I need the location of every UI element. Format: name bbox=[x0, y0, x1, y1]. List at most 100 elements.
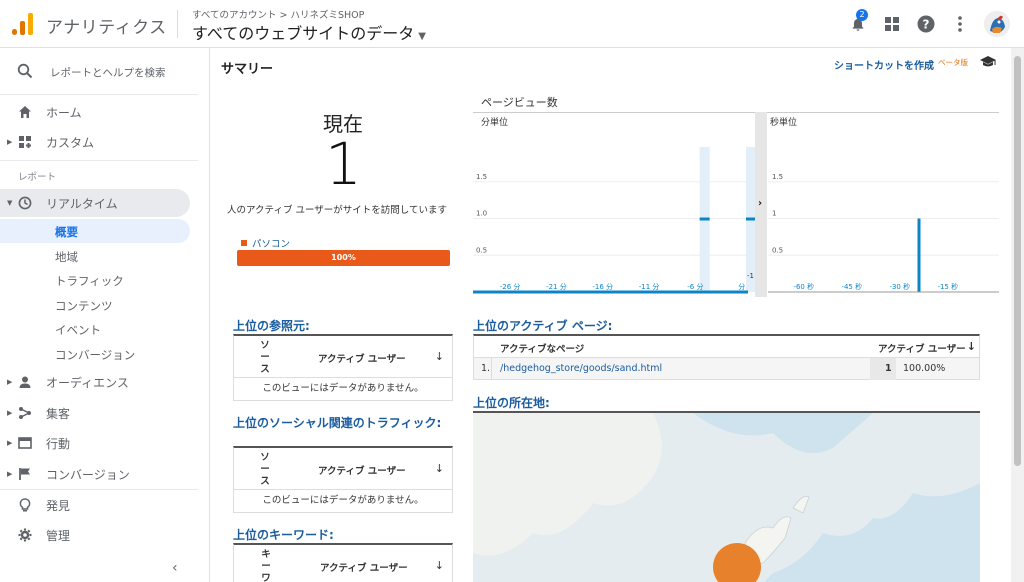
account-breadcrumb[interactable]: すべてのアカウント > ハリネズミSHOP bbox=[192, 7, 364, 21]
table-header: ソース アクティブ ユーザー ↓ bbox=[234, 448, 452, 490]
notification-badge: 2 bbox=[856, 9, 868, 21]
row-rank: 1. bbox=[481, 363, 491, 374]
divider bbox=[0, 489, 198, 490]
seconds-x-labels: -60 秒 -45 秒 -30 秒 -15 秒 bbox=[793, 282, 958, 291]
expand-right-icon: ▶ bbox=[7, 409, 13, 417]
minutes-gridlines: 1.5 1.0 0.5 bbox=[473, 173, 753, 256]
person-icon bbox=[19, 376, 31, 388]
locations-map[interactable] bbox=[473, 411, 980, 582]
sidebar-item-conversion[interactable]: ▶ コンバージョン bbox=[0, 460, 198, 488]
table-header: キーワード アクティブ ユーザー ↓ bbox=[234, 545, 452, 582]
apps-icon[interactable] bbox=[880, 12, 904, 36]
minutes-bars bbox=[699, 147, 756, 292]
divider bbox=[0, 160, 198, 161]
sidebar-item-label: コンバージョン bbox=[46, 467, 130, 482]
acquisition-icon bbox=[19, 407, 31, 419]
users-cell-bg bbox=[870, 358, 896, 380]
app-title: アナリティクス bbox=[46, 18, 167, 38]
sort-down-icon[interactable]: ↓ bbox=[435, 462, 444, 475]
sort-down-icon[interactable]: ↓ bbox=[435, 559, 444, 572]
sidebar-item-home[interactable]: ホーム bbox=[0, 98, 198, 126]
seconds-x-tick-label: -45 秒 bbox=[841, 282, 862, 291]
active-page-column-header[interactable]: アクティブなページ bbox=[500, 341, 584, 355]
expand-right-icon: ▶ bbox=[7, 138, 13, 146]
seconds-y-tick-label: 1 bbox=[772, 210, 776, 218]
bell-icon[interactable]: 2 bbox=[846, 9, 870, 36]
sidebar-item-acquisition[interactable]: ▶ 集客 bbox=[0, 399, 198, 427]
minutes-x-tick-label: -11 分 bbox=[639, 282, 660, 291]
sidebar-item-label: 集客 bbox=[46, 406, 71, 421]
minutes-last-tick-num: -1 bbox=[747, 272, 754, 280]
table-header: ソース アクティブ ユーザー ↓ bbox=[234, 336, 452, 378]
dashboard-icon bbox=[19, 136, 31, 148]
active-users-column-header[interactable]: アクティブ ユーザー bbox=[878, 341, 966, 355]
seconds-x-tick-label: -15 秒 bbox=[937, 282, 958, 291]
keyword-column-header[interactable]: キーワード bbox=[258, 549, 274, 582]
device-share-percent: 100% bbox=[331, 253, 356, 262]
legend-swatch bbox=[241, 240, 247, 246]
empty-message: このビューにはデータがありません。 bbox=[262, 495, 424, 506]
page-title: サマリー bbox=[221, 62, 274, 77]
active-users-column-header[interactable]: アクティブ ユーザー bbox=[320, 560, 408, 574]
page-link[interactable]: /hedgehog_store/goods/sand.html bbox=[500, 363, 662, 374]
analytics-logo-icon[interactable] bbox=[12, 13, 34, 35]
sidebar-subitem-label: トラフィック bbox=[55, 274, 124, 288]
seconds-subtitle: 秒単位 bbox=[770, 116, 797, 128]
sort-down-icon[interactable]: ↓ bbox=[435, 350, 444, 363]
top-header: アナリティクス すべてのアカウント > ハリネズミSHOP すべてのウェブサイト… bbox=[0, 0, 1024, 48]
property-selector[interactable]: すべてのウェブサイトのデータ ▼ bbox=[192, 20, 426, 44]
main-scrollbar[interactable] bbox=[1011, 48, 1024, 582]
expand-right-icon: ▶ bbox=[7, 439, 13, 447]
home-icon bbox=[19, 106, 31, 118]
source-column-header[interactable]: ソース bbox=[258, 340, 272, 376]
row-percent: 100.00% bbox=[903, 363, 946, 374]
sidebar-item-label: 行動 bbox=[46, 436, 71, 451]
top-locations-title: 上位の所在地: bbox=[473, 396, 550, 410]
table-row: 1. /hedgehog_store/goods/sand.html 1 100… bbox=[474, 358, 979, 380]
minutes-x-tick-label: 分 bbox=[738, 282, 745, 291]
sidebar-subitem-conversions[interactable]: コンバージョン bbox=[0, 342, 190, 366]
sort-down-icon[interactable]: ↓ bbox=[967, 340, 976, 353]
sidebar-item-custom[interactable]: ▶ カスタム bbox=[0, 128, 198, 156]
minutes-y-tick-label: 1.0 bbox=[476, 210, 487, 218]
pageviews-chart: 分単位 1.51.00.5 -26 分 -21 分 -16 分 -11 分 -6 分分 … bbox=[473, 112, 999, 297]
sidebar-item-realtime[interactable]: ▼ リアルタイム bbox=[0, 189, 190, 217]
sidebar-item-behavior[interactable]: ▶ 行動 bbox=[0, 429, 198, 457]
sidebar-subitem-overview[interactable]: 概要 bbox=[0, 219, 190, 243]
source-column-header[interactable]: ソース bbox=[258, 452, 272, 488]
help-icon[interactable]: ? bbox=[914, 12, 938, 36]
create-shortcut-link[interactable]: ショートカットを作成 bbox=[834, 57, 934, 72]
sidebar-subitem-locations[interactable]: 地域 bbox=[0, 244, 190, 268]
graduation-cap-icon[interactable] bbox=[979, 55, 997, 69]
minutes-bar bbox=[746, 217, 756, 221]
active-users-column-header[interactable]: アクティブ ユーザー bbox=[318, 463, 406, 477]
search-reports[interactable]: レポートとヘルプを検索 bbox=[0, 56, 198, 86]
gear-icon bbox=[18, 528, 32, 542]
referrers-table: ソース アクティブ ユーザー ↓ このビューにはデータがありません。 bbox=[233, 334, 453, 401]
divider bbox=[0, 94, 198, 95]
scrollbar-thumb[interactable] bbox=[1014, 56, 1021, 466]
cell-divider bbox=[491, 358, 492, 380]
table-header: アクティブなページ アクティブ ユーザー ↓ bbox=[474, 336, 979, 358]
sidebar-item-audience[interactable]: ▶ オーディエンス bbox=[0, 368, 198, 396]
minutes-x-tick-label: -16 分 bbox=[592, 282, 613, 291]
lightbulb-icon bbox=[19, 498, 31, 512]
search-placeholder: レポートとヘルプを検索 bbox=[50, 67, 166, 79]
sidebar-item-admin[interactable]: 管理 bbox=[0, 521, 198, 549]
active-users-column-header[interactable]: アクティブ ユーザー bbox=[318, 351, 406, 365]
collapse-sidebar-icon[interactable]: ‹ bbox=[172, 560, 178, 576]
device-label: パソコン bbox=[252, 239, 291, 250]
more-vert-icon[interactable] bbox=[948, 12, 972, 36]
sidebar-subitem-traffic[interactable]: トラフィック bbox=[0, 268, 190, 292]
minutes-y-tick-label: 1.5 bbox=[476, 173, 487, 181]
seconds-y-tick-label: 1.5 bbox=[772, 173, 783, 181]
sidebar-subitem-label: イベント bbox=[55, 323, 101, 337]
minutes-x-tick-label: -26 分 bbox=[500, 282, 521, 291]
avatar[interactable] bbox=[984, 11, 1010, 37]
sidebar-subitem-content[interactable]: コンテンツ bbox=[0, 293, 190, 317]
seconds-x-tick-label: -60 秒 bbox=[793, 282, 814, 291]
sidebar-item-discover[interactable]: 発見 bbox=[0, 491, 198, 519]
sidebar: レポートとヘルプを検索 ホーム ▶ カスタム レポート ▼ リアルタイム 概要 … bbox=[0, 48, 210, 582]
sidebar-subitem-events[interactable]: イベント bbox=[0, 317, 190, 341]
header-divider bbox=[177, 10, 178, 38]
